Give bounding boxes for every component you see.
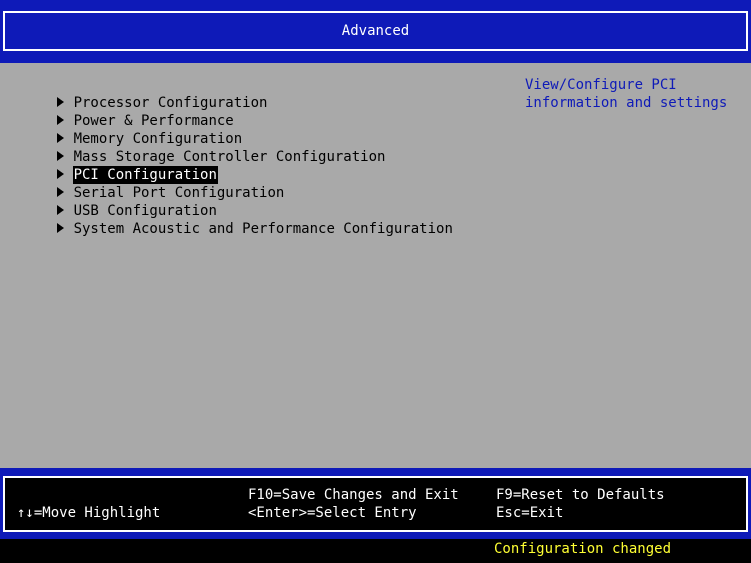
- menu-item-power-performance[interactable]: Power & Performance: [6, 94, 454, 129]
- key-hint-select-entry: <Enter>=Select Entry: [248, 505, 417, 521]
- menu-item-pci-configuration[interactable]: PCI Configuration: [6, 148, 454, 184]
- menu-list: Processor Configuration Power & Performa…: [6, 76, 454, 237]
- help-text: View/Configure PCI information and setti…: [525, 77, 728, 111]
- key-hint-reset-defaults: F9=Reset to Defaults: [496, 487, 665, 503]
- status-bar: Configuration changed: [0, 539, 751, 563]
- main-panel: Processor Configuration Power & Performa…: [0, 63, 751, 468]
- header-frame: Advanced: [3, 11, 748, 51]
- key-hint-save-exit: F10=Save Changes and Exit: [248, 487, 459, 503]
- key-hint-esc-exit: Esc=Exit: [496, 505, 564, 521]
- key-hint-move-highlight: ↑↓=Move Highlight: [17, 505, 161, 521]
- menu-item-memory-configuration[interactable]: Memory Configuration: [6, 112, 454, 147]
- page-title: Advanced: [341, 23, 410, 39]
- menu-item-serial-port[interactable]: Serial Port Configuration: [6, 166, 454, 201]
- menu-item-system-acoustic[interactable]: System Acoustic and Performance Configur…: [6, 202, 454, 237]
- header-bar: Advanced: [0, 0, 751, 63]
- menu-item-usb-configuration[interactable]: USB Configuration: [6, 184, 454, 219]
- menu-item-processor-configuration[interactable]: Processor Configuration: [6, 76, 454, 111]
- footer-bar: ↑↓=Move Highlight F10=Save Changes and E…: [0, 468, 751, 539]
- submenu-arrow-icon: [56, 223, 64, 233]
- menu-item-mass-storage[interactable]: Mass Storage Controller Configuration: [6, 130, 454, 165]
- status-message: Configuration changed: [494, 541, 672, 557]
- key-legend: ↑↓=Move Highlight F10=Save Changes and E…: [3, 476, 748, 532]
- menu-item-label: System Acoustic and Performance Configur…: [73, 221, 453, 237]
